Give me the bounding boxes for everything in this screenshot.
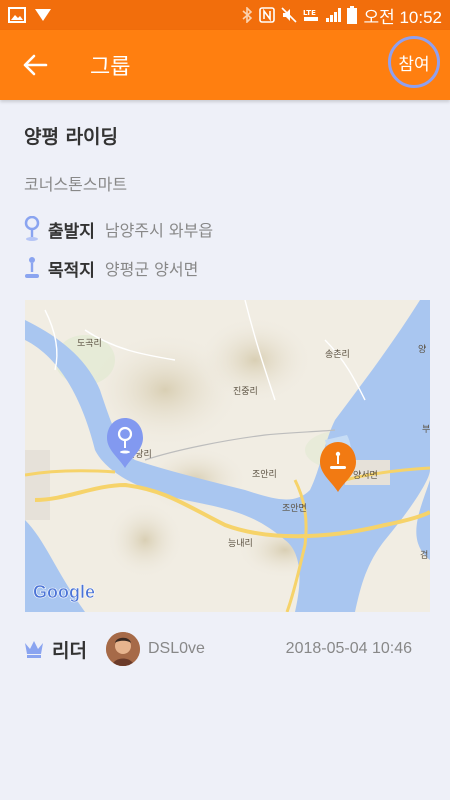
departure-label: 출발지 [48, 221, 95, 242]
map-label: 조안리 [252, 469, 277, 480]
join-button-label: 참여 [398, 54, 430, 75]
join-button[interactable]: 참여 [388, 36, 440, 88]
created-timestamp: 2018-05-04 10:46 [285, 640, 412, 657]
map-label: 조안면 [282, 503, 307, 514]
image-icon [8, 7, 26, 23]
leader-label: 리더 [52, 640, 87, 662]
signal-arrow-icon [35, 9, 51, 21]
status-bar: LTE 오전 10:52 [0, 0, 450, 30]
map-label: 송촌리 [325, 349, 350, 360]
departure-value: 남양주시 와부읍 [104, 221, 214, 240]
battery-icon [347, 6, 358, 24]
departure-row: 출발지 남양주시 와부읍 [24, 216, 213, 242]
group-name: 양평 라이딩 [24, 126, 119, 148]
bluetooth-icon [242, 7, 253, 23]
google-watermark: Google [33, 582, 95, 602]
map-label: 부 [422, 424, 430, 435]
page-title: 그룹 [90, 55, 131, 80]
map-label: 도곡리 [77, 338, 102, 349]
map-label: 검 [420, 549, 428, 561]
back-arrow-icon[interactable] [22, 52, 48, 78]
avatar[interactable] [106, 632, 140, 666]
leader-username[interactable]: DSL0ve [148, 640, 205, 658]
end-pin-icon [25, 257, 39, 278]
lte-icon: LTE [303, 9, 319, 21]
signal-bars-icon [326, 8, 342, 22]
svg-text:LTE: LTE [303, 9, 316, 17]
route-map[interactable]: 도곡리 송촌리 진중리 팔당리 조안리 양서면 조안면 능내리 검 양 부 Go… [25, 300, 430, 612]
destination-row: 목적지 양평군 양서면 [24, 255, 198, 281]
leader-row: 리더 DSL0ve 2018-05-04 10:46 [24, 630, 424, 670]
app-bar: 그룹 참여 [0, 30, 450, 100]
group-organization: 코너스톤스마트 [24, 175, 128, 194]
map-label: 양서면 [353, 470, 378, 481]
nfc-icon [259, 7, 276, 23]
clock: 오전 10:52 [363, 7, 442, 27]
mute-icon [281, 7, 298, 23]
map-label: 진중리 [233, 386, 258, 397]
start-pin-icon [24, 216, 40, 241]
map-label: 양 [418, 344, 426, 355]
crown-icon [25, 641, 43, 658]
destination-value: 양평군 양서면 [104, 260, 199, 279]
map-label: 능내리 [228, 538, 253, 549]
destination-label: 목적지 [48, 260, 95, 281]
